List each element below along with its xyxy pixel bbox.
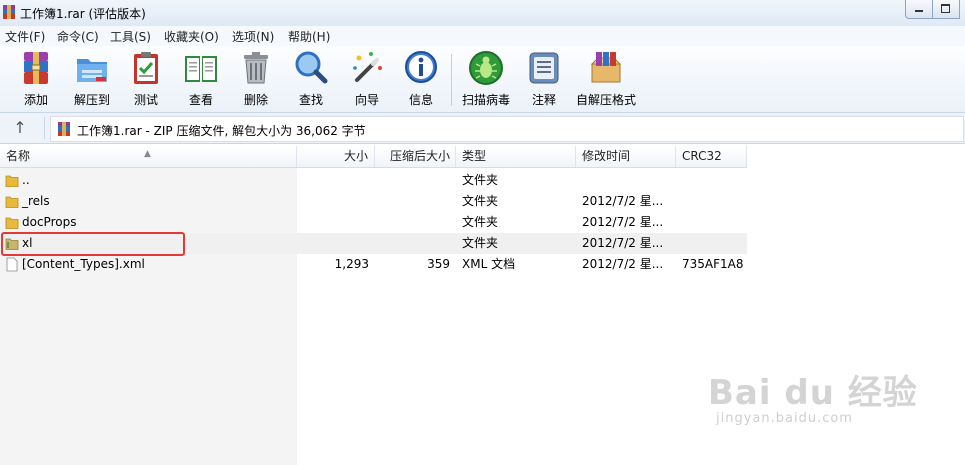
menu-file[interactable]: 文件(F) <box>5 28 45 45</box>
column-headers: 名称 ▲ 大小 压缩后大小 类型 修改时间 CRC32 <box>0 146 747 168</box>
comment-label: 注释 <box>531 93 556 107</box>
watermark-url: jingyan.baidu.com <box>716 411 853 426</box>
document-icon <box>6 257 18 272</box>
folder-icon <box>5 196 19 208</box>
info-button[interactable]: 信息 <box>400 50 442 108</box>
find-button[interactable]: 查找 <box>290 50 332 108</box>
file-row-rels[interactable]: _rels 文件夹 2012/7/2 星... <box>0 191 747 212</box>
file-modified: 2012/7/2 星... <box>582 194 664 208</box>
column-packed-label: 压缩后大小 <box>389 149 450 163</box>
toolbar: 添加 解压到 测试 查看 删除 查找 向导 信息 扫描病毒 注释 自解压格式 <box>0 46 965 113</box>
info-label: 信息 <box>408 93 433 107</box>
column-modified-label: 修改时间 <box>582 149 631 163</box>
sfx-button[interactable]: 自解压格式 <box>574 50 638 108</box>
file-crc32: 735AF1A8 <box>682 257 744 271</box>
maximize-button[interactable] <box>932 0 960 19</box>
address-field[interactable]: 工作簿1.rar - ZIP 压缩文件, 解包大小为 36,062 字节 <box>50 116 964 142</box>
column-type-label: 类型 <box>462 149 487 163</box>
wizard-label: 向导 <box>354 93 379 107</box>
comment-button[interactable]: 注释 <box>526 50 562 108</box>
column-packed[interactable]: 压缩后大小 <box>375 146 456 167</box>
add-label: 添加 <box>23 93 48 107</box>
test-label: 测试 <box>133 93 158 107</box>
delete-label: 删除 <box>243 93 268 107</box>
file-type: 文件夹 <box>462 173 499 187</box>
sfx-label: 自解压格式 <box>575 93 636 107</box>
extract-to-button[interactable]: 解压到 <box>70 50 114 108</box>
view-button[interactable]: 查看 <box>178 50 224 108</box>
winrar-icon <box>3 5 15 19</box>
menu-tools[interactable]: 工具(S) <box>110 28 151 45</box>
file-modified: 2012/7/2 星... <box>582 215 664 229</box>
extract-to-label: 解压到 <box>73 93 110 107</box>
virus-scan-icon <box>469 51 503 85</box>
wizard-button[interactable]: 向导 <box>346 50 388 108</box>
up-button[interactable]: ↑ <box>8 117 32 139</box>
address-separator <box>44 117 45 139</box>
trash-icon <box>244 52 268 84</box>
test-clipboard-icon <box>134 52 158 84</box>
book-icon <box>185 56 217 82</box>
comment-icon <box>529 52 559 84</box>
arrow-up-icon: ↑ <box>13 118 27 137</box>
maximize-icon <box>941 4 950 13</box>
view-label: 查看 <box>188 93 213 107</box>
column-crc32[interactable]: CRC32 <box>676 146 747 167</box>
add-archive-icon <box>24 52 48 84</box>
file-type: XML 文档 <box>462 257 516 271</box>
highlight-annotation-box <box>1 232 185 256</box>
menu-bar: 文件(F) 命令(C) 工具(S) 收藏夹(O) 选项(N) 帮助(H) <box>0 26 965 47</box>
menu-favorites[interactable]: 收藏夹(O) <box>164 28 219 45</box>
watermark-logo-text: Bai du 经验 <box>708 373 918 413</box>
minimize-icon <box>915 10 923 12</box>
file-row-docprops[interactable]: docProps 文件夹 2012/7/2 星... <box>0 212 747 233</box>
file-name: [Content_Types].xml <box>22 257 145 271</box>
info-icon <box>405 51 437 83</box>
magnifier-icon <box>295 51 328 84</box>
find-label: 查找 <box>298 93 323 107</box>
sort-ascending-icon: ▲ <box>144 149 151 159</box>
minimize-button[interactable] <box>905 0 933 19</box>
file-type: 文件夹 <box>462 194 499 208</box>
address-text: 工作簿1.rar - ZIP 压缩文件, 解包大小为 36,062 字节 <box>77 124 366 138</box>
window-title: 工作簿1.rar (评估版本) <box>20 7 146 21</box>
file-modified: 2012/7/2 星... <box>582 257 664 271</box>
column-crc32-label: CRC32 <box>682 149 722 163</box>
virus-scan-label: 扫描病毒 <box>461 93 510 107</box>
archive-icon <box>58 122 70 136</box>
file-type: 文件夹 <box>462 236 499 250</box>
column-size-label: 大小 <box>343 149 368 163</box>
virus-scan-button[interactable]: 扫描病毒 <box>458 50 514 108</box>
column-modified[interactable]: 修改时间 <box>576 146 676 167</box>
file-row-content-types[interactable]: [Content_Types].xml 1,293 359 XML 文档 201… <box>0 254 747 275</box>
file-type: 文件夹 <box>462 215 499 229</box>
folder-icon <box>5 217 19 229</box>
delete-button[interactable]: 删除 <box>236 50 276 108</box>
column-size[interactable]: 大小 <box>297 146 375 167</box>
extract-folder-icon <box>77 59 107 82</box>
column-name[interactable]: 名称 ▲ <box>0 146 297 167</box>
column-type[interactable]: 类型 <box>456 146 576 167</box>
file-size: 1,293 <box>334 257 369 271</box>
file-name: docProps <box>22 215 77 229</box>
file-name: .. <box>22 173 30 187</box>
toolbar-separator <box>451 54 452 106</box>
address-bar: ↑ 工作簿1.rar - ZIP 压缩文件, 解包大小为 36,062 字节 <box>0 113 965 144</box>
file-name: _rels <box>22 194 50 208</box>
file-row-parent[interactable]: .. 文件夹 <box>0 170 747 191</box>
folder-icon <box>5 175 19 187</box>
menu-options[interactable]: 选项(N) <box>232 28 274 45</box>
menu-help[interactable]: 帮助(H) <box>288 28 330 45</box>
baidu-jingyan-watermark: Bai du 经验 jingyan.baidu.com <box>708 365 917 435</box>
sfx-box-icon <box>590 52 622 83</box>
title-bar: 工作簿1.rar (评估版本) <box>0 0 965 26</box>
test-button[interactable]: 测试 <box>126 50 166 108</box>
magic-wand-icon <box>353 52 382 82</box>
column-name-label: 名称 <box>6 149 31 163</box>
menu-commands[interactable]: 命令(C) <box>57 28 99 45</box>
add-button[interactable]: 添加 <box>14 50 58 108</box>
file-modified: 2012/7/2 星... <box>582 236 664 250</box>
file-packed-size: 359 <box>427 257 450 271</box>
